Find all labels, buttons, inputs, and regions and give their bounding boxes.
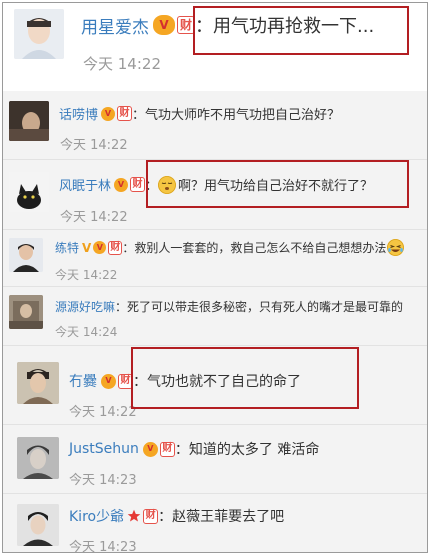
comment-separator: ： [158,509,173,525]
username[interactable]: 用星爱杰 [81,13,149,38]
timestamp: 今天 14:24 [55,325,118,339]
username[interactable]: 话唠博 [59,104,98,123]
comment-header: Kiro少爺 财 ： 赵薇王菲要去了吧 [69,506,284,526]
highlight-box [193,6,409,55]
highlight-box [146,160,409,208]
verified-icon: V [82,240,92,255]
star-icon [127,509,141,523]
avatar[interactable] [17,437,59,479]
wealth-badge-icon: 财 [117,106,133,121]
comment-header: 练特 V V 财 ： 救别人一套套的，救自己怎么不给自己想想办法 [55,239,405,256]
username[interactable]: 冇爨 [69,371,97,391]
username[interactable]: 风眠于林 [59,175,111,194]
avatar[interactable] [9,101,49,141]
timestamp: 今天 14:22 [83,55,161,73]
comment-text: 知道的太多了 难活命 [188,442,320,458]
comment-separator: ： [115,300,128,314]
wealth-badge-icon: 财 [108,240,123,255]
avatar[interactable] [17,362,59,404]
highlight-box [131,347,359,409]
timestamp: 今天 14:22 [55,268,118,282]
comment-item: JustSehun V 财 ： 知道的太多了 难活命 今天 14:23 [3,425,427,493]
timestamp: 今天 14:23 [69,473,137,488]
timestamp: 今天 14:22 [60,210,128,225]
comment-header: 话唠博 V 财 ： 气功大师咋不用气功把自己治好？ [59,104,340,123]
comment-list: 用星爱杰 V 财 ： 用气功再抢救一下... 今天 14:22 话唠博 V 财 … [2,2,428,553]
avatar[interactable] [17,504,59,546]
vip-icon: V [93,241,107,254]
vip-icon: V [114,177,129,192]
comment-text: 死了可以带走很多秘密，只有死人的嘴才是最可靠的 [127,300,404,314]
timestamp: 今天 14:22 [60,138,128,153]
comment-text: 救别人一套套的，救自己怎么不给自己想想办法 [134,241,387,255]
comment-separator: ： [132,108,146,123]
timestamp: 今天 14:22 [69,405,137,420]
comment-header: 源源好吃嘛 ： 死了可以带走很多秘密，只有死人的嘴才是最可靠的 [55,298,403,315]
avatar[interactable] [9,238,43,272]
laughing-emoji-icon [387,239,405,256]
comment-separator: ： [174,442,189,458]
wealth-badge-icon: 财 [159,441,175,457]
avatar[interactable] [9,295,43,329]
avatar[interactable] [9,172,49,212]
username[interactable]: 练特 [55,239,79,256]
vip-icon: V [153,15,175,35]
vip-icon: V [101,106,116,121]
comment-separator: ： [122,241,135,255]
wealth-badge-icon: 财 [143,508,159,524]
timestamp: 今天 14:23 [69,540,137,553]
username[interactable]: 源源好吃嘛 [55,298,115,315]
vip-icon: V [142,441,158,457]
wealth-badge-icon: 财 [130,177,146,192]
comment-item: 话唠博 V 财 ： 气功大师咋不用气功把自己治好？ 今天 14:22 [3,91,427,159]
comment-text: 气功大师咋不用气功把自己治好？ [145,108,341,123]
avatar[interactable] [14,9,64,59]
comment-header: JustSehun V 财 ： 知道的太多了 难活命 [69,439,319,459]
vip-icon: V [101,373,116,389]
username[interactable]: Kiro少爺 [69,506,124,526]
comment-item: 练特 V V 财 ： 救别人一套套的，救自己怎么不给自己想想办法 今天 14:2… [3,230,427,286]
comment-item: Kiro少爺 财 ： 赵薇王菲要去了吧 今天 14:23 [3,494,427,553]
comment-text: 赵薇王菲要去了吧 [172,509,285,525]
username[interactable]: JustSehun [69,441,139,457]
comment-item: 源源好吃嘛 ： 死了可以带走很多秘密，只有死人的嘴才是最可靠的 今天 14:24 [3,287,427,345]
